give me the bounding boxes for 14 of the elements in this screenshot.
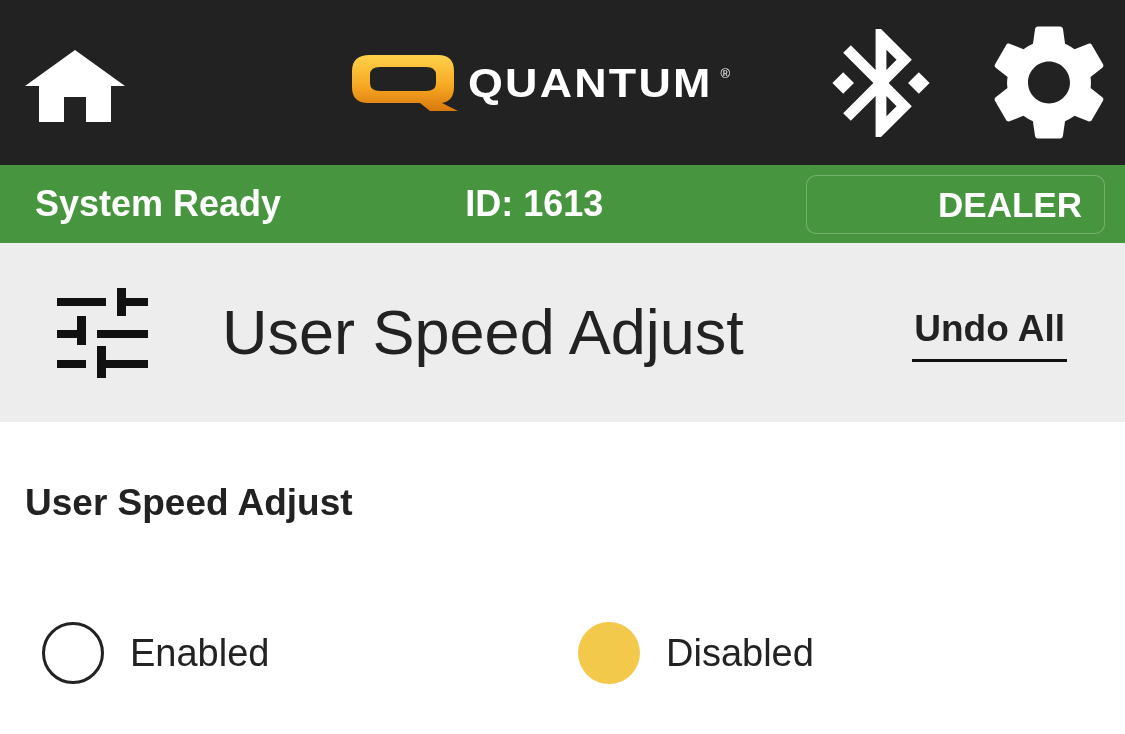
setting-label: User Speed Adjust	[25, 484, 354, 521]
sliders-icon	[57, 287, 148, 378]
logo-icon	[350, 54, 458, 111]
registered-mark: ®	[720, 67, 730, 80]
undo-all-button[interactable]: Undo All	[912, 309, 1067, 362]
option-label[interactable]: Enabled	[130, 634, 270, 672]
bluetooth-icon[interactable]	[830, 28, 932, 137]
logo-text: QUANTUM	[468, 62, 713, 103]
settings-icon[interactable]	[993, 26, 1105, 139]
system-status: System Ready	[35, 186, 282, 222]
device-id: ID: 1613	[465, 186, 604, 222]
dealer-button[interactable]: DEALER	[806, 174, 1105, 234]
option-label[interactable]: Disabled	[666, 634, 814, 672]
home-icon[interactable]	[25, 50, 125, 122]
